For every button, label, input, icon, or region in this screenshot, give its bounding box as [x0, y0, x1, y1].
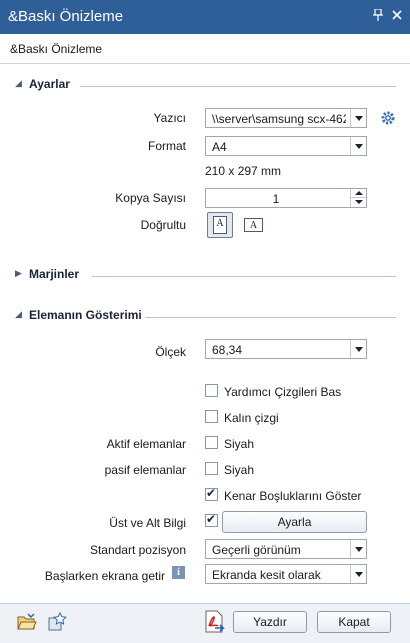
footer-bar: Yazdır Kapat: [0, 603, 410, 643]
copies-value: 1: [272, 192, 280, 206]
passive-elements-value: Siyah: [224, 463, 255, 477]
printer-select[interactable]: \\server\samsung scx-462: [205, 108, 367, 128]
startup-display-select[interactable]: Ekranda kesit olarak: [205, 564, 367, 584]
header-footer-checkbox[interactable]: [205, 512, 218, 527]
copies-label: Kopya Sayısı: [115, 191, 186, 205]
section-divider: [92, 276, 396, 277]
printer-label: Yazıcı: [153, 111, 186, 125]
section-marjinler[interactable]: ▶ Marjinler: [0, 267, 410, 285]
default-position-label: Standart pozisyon: [89, 543, 186, 557]
settings-panel: ◢ Ayarlar Yazıcı \\server\samsung scx-46…: [0, 64, 410, 603]
default-position-value: Geçerli görünüm: [212, 543, 301, 557]
startup-display-label: Başlarken ekrana getir: [44, 569, 165, 583]
landscape-orientation-button[interactable]: A: [242, 212, 268, 238]
helper-lines-checkbox[interactable]: [205, 384, 218, 397]
startup-display-value: Ekranda kesit olarak: [212, 568, 321, 582]
breadcrumb: &Baskı Önizleme: [0, 34, 410, 64]
section-marjinler-label: Marjinler: [29, 267, 80, 281]
section-eleman-label: Elemanın Gösterimi: [29, 308, 142, 322]
show-margins-label: Kenar Boşluklarını Göster: [224, 489, 362, 503]
format-select[interactable]: A4: [205, 136, 367, 156]
show-margins-checkbox[interactable]: [205, 486, 218, 501]
window-titlebar: &Baskı Önizleme: [0, 0, 410, 34]
section-ayarlar[interactable]: ◢ Ayarlar: [0, 77, 410, 95]
open-folder-icon[interactable]: [17, 613, 37, 634]
active-elements-checkbox[interactable]: [205, 436, 218, 449]
scale-label: Ölçek: [155, 345, 186, 359]
passive-elements-checkbox[interactable]: [205, 462, 218, 475]
section-eleman-gosterimi[interactable]: ◢ Elemanın Gösterimi: [0, 308, 410, 326]
close-button[interactable]: Kapat: [317, 611, 391, 633]
default-position-select[interactable]: Geçerli görünüm: [205, 539, 367, 559]
landscape-page-icon: A: [244, 218, 263, 232]
active-elements-value: Siyah: [224, 437, 255, 451]
expanded-arrow-icon: ◢: [15, 78, 22, 88]
format-size-text: 210 x 297 mm: [205, 164, 282, 178]
chevron-down-icon[interactable]: [350, 565, 366, 583]
chevron-down-icon[interactable]: [350, 540, 366, 558]
printer-value: \\server\samsung scx-462: [212, 112, 346, 126]
window-title: &Baskı Önizleme: [8, 8, 124, 25]
thick-line-label: Kalın çizgi: [224, 411, 279, 425]
helper-lines-label: Yardımcı Çizgileri Bas: [224, 385, 342, 399]
orientation-label: Doğrultu: [140, 218, 186, 232]
breadcrumb-label: &Baskı Önizleme: [10, 42, 103, 56]
active-elements-label: Aktif elemanlar: [106, 437, 186, 451]
scale-value: 68,34: [212, 343, 243, 357]
format-value: A4: [212, 140, 227, 154]
close-icon[interactable]: [392, 9, 402, 23]
info-icon[interactable]: i: [172, 566, 185, 579]
collapsed-arrow-icon: ▶: [15, 268, 22, 278]
stepper-up-icon[interactable]: [350, 189, 366, 198]
favorite-icon[interactable]: [47, 611, 67, 635]
stepper-down-icon[interactable]: [350, 198, 366, 207]
scale-select[interactable]: 68,34: [205, 339, 367, 359]
thick-line-checkbox[interactable]: [205, 410, 218, 423]
section-ayarlar-label: Ayarlar: [29, 77, 70, 91]
section-divider: [145, 317, 396, 318]
copies-stepper[interactable]: 1: [205, 188, 367, 208]
pin-icon[interactable]: [373, 8, 383, 24]
pdf-export-icon[interactable]: [203, 610, 227, 637]
chevron-down-icon[interactable]: [350, 109, 366, 127]
portrait-orientation-button[interactable]: A: [207, 212, 233, 238]
header-footer-settings-button[interactable]: Ayarla: [222, 511, 367, 533]
printer-settings-gear-icon[interactable]: [379, 109, 397, 130]
expanded-arrow-icon: ◢: [15, 309, 22, 319]
chevron-down-icon[interactable]: [350, 137, 366, 155]
header-footer-label: Üst ve Alt Bilgi: [109, 516, 186, 530]
print-button[interactable]: Yazdır: [233, 611, 307, 633]
portrait-page-icon: A: [213, 216, 227, 234]
section-divider: [80, 86, 396, 87]
chevron-down-icon[interactable]: [350, 340, 366, 358]
format-label: Format: [147, 139, 186, 153]
passive-elements-label: pasif elemanlar: [104, 463, 186, 477]
